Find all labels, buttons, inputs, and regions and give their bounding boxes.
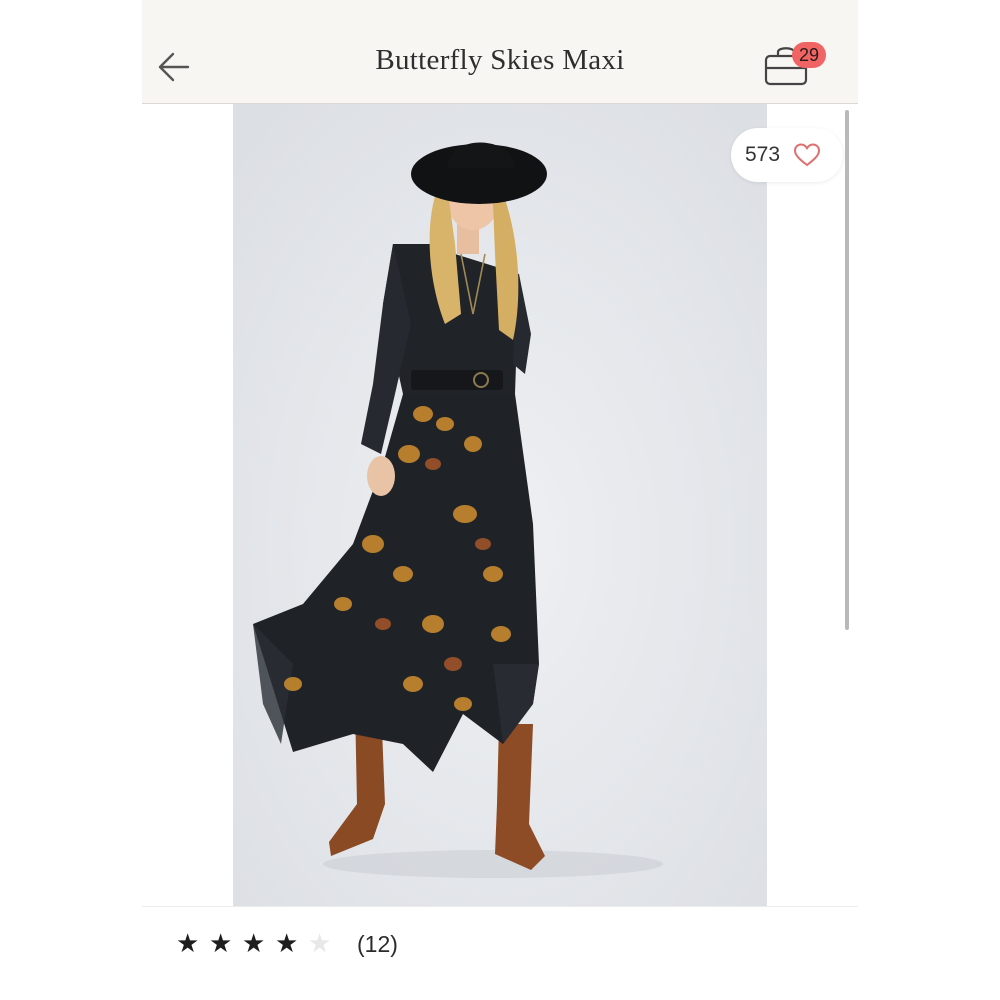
shopping-bag-button[interactable]: 29: [760, 40, 832, 88]
cart-count-badge: 29: [792, 42, 826, 68]
review-count[interactable]: (12): [357, 931, 398, 958]
star-icon: ★: [242, 929, 266, 959]
product-image[interactable]: [233, 104, 767, 906]
rating-row[interactable]: ★ ★ ★ ★ ★ (12): [176, 926, 398, 962]
product-screen: Butterfly Skies Maxi 29 573 ★ ★ ★ ★ ★ (1…: [142, 0, 858, 1000]
divider: [142, 906, 858, 907]
star-icon: ★: [308, 929, 332, 959]
scrollbar[interactable]: [845, 110, 849, 630]
favorite-count: 573: [745, 143, 781, 166]
star-icon: ★: [275, 929, 299, 959]
star-icon: ★: [209, 929, 233, 959]
page-title: Butterfly Skies Maxi: [375, 44, 625, 76]
favorite-button[interactable]: 573: [731, 128, 843, 182]
model-photo: [233, 104, 767, 906]
top-navigation-bar: Butterfly Skies Maxi 29: [142, 0, 858, 104]
star-icon: ★: [176, 929, 200, 959]
heart-outline-icon: [793, 143, 821, 167]
